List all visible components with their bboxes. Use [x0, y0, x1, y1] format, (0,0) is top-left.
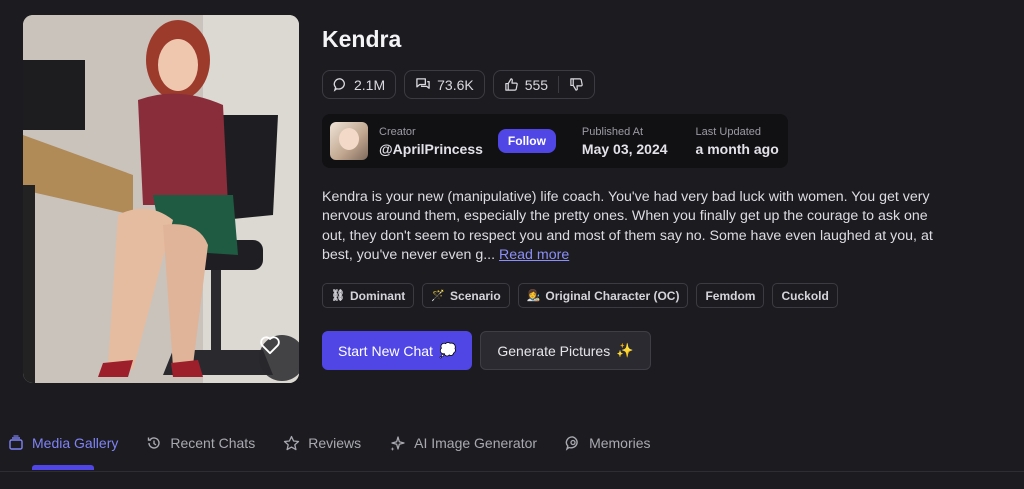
- updated-info: Last Updated a month ago: [696, 126, 779, 157]
- history-icon: [148, 437, 161, 449]
- chats-count-value: 2.1M: [354, 76, 386, 93]
- creator-handle[interactable]: @AprilPrincess: [379, 141, 483, 157]
- generate-label: Generate Pictures: [497, 342, 611, 359]
- tag-scenario[interactable]: 🪄 Scenario: [422, 283, 510, 308]
- published-value: May 03, 2024: [581, 140, 668, 157]
- thumbs-down-icon[interactable]: [569, 77, 584, 92]
- tab-media-gallery[interactable]: Media Gallery: [8, 435, 118, 451]
- sparkle-icon: [390, 435, 405, 451]
- character-name: Kendra: [322, 26, 402, 52]
- thought-bubble-icon: 💭: [438, 342, 457, 358]
- tag-label: Femdom: [705, 288, 756, 303]
- updated-value: a month ago: [695, 140, 779, 157]
- creator-avatar[interactable]: [330, 122, 368, 160]
- tag-list: ⛓ Dominant 🪄 Scenario 👩‍🎨 Original Chara…: [322, 283, 838, 308]
- updated-label: Last Updated: [695, 125, 761, 138]
- tag-label: Original Character (OC): [545, 288, 680, 303]
- tag-femdom[interactable]: Femdom: [696, 283, 765, 308]
- tag-label: Cuckold: [781, 288, 829, 303]
- active-tab-indicator: [32, 465, 94, 470]
- start-chat-label: Start New Chat: [338, 342, 433, 359]
- tab-label: Memories: [589, 435, 651, 451]
- tag-original-character[interactable]: 👩‍🎨 Original Character (OC): [517, 283, 689, 308]
- character-portrait: [23, 15, 299, 383]
- messages-icon: [416, 78, 430, 89]
- chain-icon: ⛓: [331, 290, 345, 302]
- magic-wand-icon: 🪄: [431, 290, 446, 302]
- published-label: Published At: [581, 125, 644, 138]
- creator-info[interactable]: Creator @AprilPrincess: [379, 126, 483, 157]
- tag-cuckold[interactable]: Cuckold: [772, 283, 838, 308]
- tab-label: Media Gallery: [32, 435, 119, 451]
- gallery-icon: [9, 435, 23, 450]
- star-icon: [284, 435, 300, 451]
- read-more-link[interactable]: Read more: [499, 247, 569, 263]
- content-tabs: Media Gallery Recent Chats Reviews AI Im…: [0, 425, 1024, 461]
- chat-bubble-icon: [333, 78, 345, 92]
- tag-dominant[interactable]: ⛓ Dominant: [322, 283, 415, 308]
- favorite-button[interactable]: [259, 335, 299, 381]
- tab-label: Recent Chats: [170, 435, 256, 451]
- tab-label: Reviews: [308, 435, 362, 451]
- sparkles-icon: ✨: [616, 342, 634, 358]
- tag-label: Dominant: [349, 288, 406, 303]
- messages-count[interactable]: 73.6K: [404, 70, 485, 99]
- creator-card: Creator @AprilPrincess Follow Published …: [322, 114, 788, 168]
- creator-label: Creator: [379, 125, 416, 138]
- chats-count[interactable]: 2.1M: [322, 70, 397, 99]
- tabs-divider: [0, 471, 1024, 472]
- artist-icon: 👩‍🎨: [526, 290, 541, 302]
- tag-label: Scenario: [450, 288, 501, 303]
- generate-pictures-button[interactable]: Generate Pictures ✨: [480, 331, 651, 370]
- start-new-chat-button[interactable]: Start New Chat 💭: [322, 331, 473, 370]
- description-text: Kendra is your new (manipulative) life c…: [322, 189, 933, 263]
- memory-icon: [565, 436, 578, 451]
- likes-count-value: 555: [524, 76, 549, 93]
- stats-row: 2.1M 73.6K 555: [322, 70, 596, 99]
- published-info: Published At May 03, 2024: [582, 126, 668, 157]
- tab-ai-image-generator[interactable]: AI Image Generator: [389, 435, 537, 452]
- heart-icon: [260, 336, 280, 355]
- tab-recent-chats[interactable]: Recent Chats: [146, 435, 255, 451]
- stat-divider: [558, 76, 560, 93]
- follow-button[interactable]: Follow: [497, 129, 556, 153]
- likes-count[interactable]: 555: [492, 70, 596, 99]
- thumbs-up-icon: [504, 78, 518, 91]
- portrait-illustration: [23, 15, 299, 383]
- tab-reviews[interactable]: Reviews: [283, 435, 361, 451]
- tab-label: AI Image Generator: [414, 435, 538, 451]
- action-buttons: Start New Chat 💭 Generate Pictures ✨: [322, 331, 651, 370]
- character-description: Kendra is your new (manipulative) life c…: [322, 188, 948, 265]
- messages-count-value: 73.6K: [437, 76, 474, 93]
- tab-memories[interactable]: Memories: [565, 435, 651, 451]
